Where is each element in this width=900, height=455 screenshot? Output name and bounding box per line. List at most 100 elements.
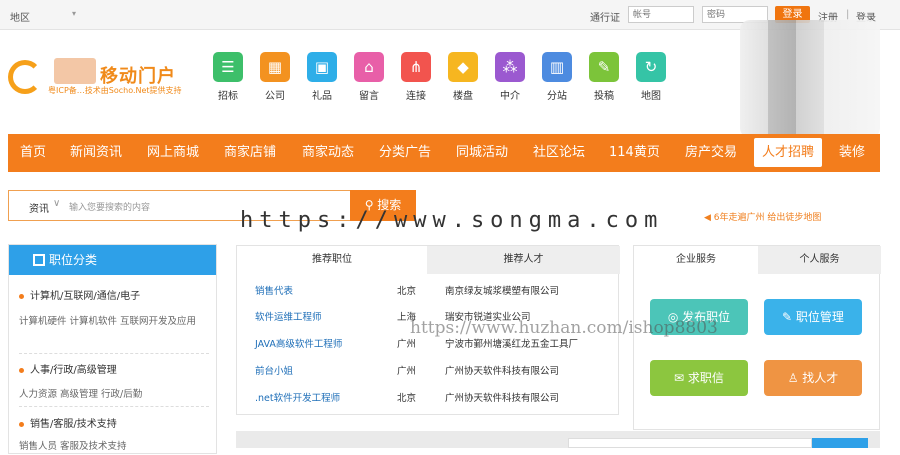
nav-item-merchant-news[interactable]: 商家动态: [302, 134, 354, 172]
refresh-icon: ↻: [636, 52, 666, 82]
job-company[interactable]: 南京绿友城浆模塑有限公司: [445, 283, 559, 297]
manage-jobs-label: 职位管理: [795, 310, 844, 324]
job-city: 北京: [397, 286, 417, 297]
logo-subtitle: 粤ICP备…技术由Socho.Net提供支持: [48, 86, 182, 95]
quick-icon-label: 连接: [406, 91, 426, 102]
share-icon: ⋔: [401, 52, 431, 82]
quick-icon-label: 礼品: [312, 91, 332, 102]
bottom-search-input[interactable]: [568, 438, 812, 448]
quick-icon-gift[interactable]: ▣ 礼品: [302, 52, 342, 102]
watermark-text-2: https://www.huzhan.com/ishop8803: [410, 318, 718, 338]
edit-icon: ✎: [782, 310, 796, 324]
nav-item-decoration[interactable]: 装修: [839, 134, 865, 172]
nav-item-shops[interactable]: 商家店铺: [224, 134, 276, 172]
find-talent-label: 找人才: [802, 371, 839, 385]
chevron-down-icon[interactable]: ▾: [72, 9, 76, 18]
job-title[interactable]: 前台小姐: [255, 363, 293, 377]
category-it-sub[interactable]: 计算机硬件 计算机软件 互联网开发及应用: [19, 313, 209, 330]
quick-icon-label: 公司: [265, 91, 285, 102]
chevron-down-icon[interactable]: ∨: [53, 198, 60, 209]
find-talent-button[interactable]: ♙ 找人才: [764, 360, 862, 396]
bag-icon: ▣: [307, 52, 337, 82]
bottom-search-button[interactable]: [812, 438, 868, 448]
tab-recommended-jobs[interactable]: 推荐职位: [237, 246, 427, 274]
quick-icon-label: 招标: [218, 91, 238, 102]
quick-icon-link[interactable]: ⋔ 连接: [396, 52, 436, 102]
store-icon: ⌂: [354, 52, 384, 82]
sidebar-title: 职位分类: [49, 253, 98, 267]
job-title[interactable]: 销售代表: [255, 283, 293, 297]
nav-item-events[interactable]: 同城活动: [456, 134, 508, 172]
quick-icon-submit[interactable]: ✎ 投稿: [584, 52, 624, 102]
category-it[interactable]: 计算机/互联网/通信/电子: [19, 287, 140, 302]
quick-icon-company[interactable]: ▦ 公司: [255, 52, 295, 102]
quick-icon-map[interactable]: ↻ 地图: [631, 52, 671, 102]
category-name: 销售/客服/技术支持: [30, 419, 117, 430]
nav-item-home[interactable]: 首页: [20, 134, 46, 172]
username-input[interactable]: [628, 6, 694, 23]
quick-icon-property[interactable]: ◆ 楼盘: [443, 52, 483, 102]
category-sales[interactable]: 销售/客服/技术支持: [19, 415, 117, 430]
notice-link[interactable]: ◀ 6年走遍广州 给出徒步地图: [704, 210, 821, 223]
tab-personal-services[interactable]: 个人服务: [758, 246, 881, 274]
category-sales-sub[interactable]: 销售人员 客服及技术支持: [19, 438, 209, 455]
job-title[interactable]: .net软件开发工程师: [255, 390, 340, 404]
mail-icon: ✉: [674, 371, 688, 385]
manage-jobs-button[interactable]: ✎ 职位管理: [764, 299, 862, 335]
search-category[interactable]: 资讯: [29, 200, 49, 215]
grid-icon: [33, 254, 45, 266]
quick-icon-agency[interactable]: ⁂ 中介: [490, 52, 530, 102]
job-title[interactable]: JAVA高级软件工程师: [255, 336, 342, 350]
category-hr-sub[interactable]: 人力资源 高级管理 行政/后勤: [19, 386, 209, 403]
nav-item-classifieds[interactable]: 分类广告: [379, 134, 431, 172]
table-row[interactable]: 前台小姐 广州 广州协天软件科技有限公司: [255, 363, 615, 381]
nav-item-jobs[interactable]: 人才招聘: [754, 138, 823, 167]
search-input[interactable]: 输入您要搜索的内容: [69, 200, 150, 213]
building-icon: ▥: [542, 52, 572, 82]
job-company[interactable]: 广州协天软件科技有限公司: [445, 363, 559, 377]
job-category-sidebar: 职位分类 计算机/互联网/通信/电子 计算机硬件 计算机软件 互联网开发及应用 …: [8, 244, 217, 454]
tab-recommended-talent[interactable]: 推荐人才: [427, 246, 620, 274]
separator: |: [846, 9, 850, 20]
passport-label: 通行证: [590, 13, 620, 24]
quick-icon-label: 中介: [500, 91, 520, 102]
watermark-text: https://www.songma.com: [240, 208, 664, 233]
tab-enterprise-services[interactable]: 企业服务: [634, 246, 758, 274]
quick-icon-label: 地图: [641, 91, 661, 102]
bullet-icon: [19, 367, 24, 373]
quick-icons: ☰ 招标 ▦ 公司 ▣ 礼品 ⌂ 留言 ⋔ 连接 ◆ 楼盘 ⁂ 中介 ▥ 分站 ✎ 投稿 ↻ 地图: [208, 52, 678, 102]
quick-icon-label: 留言: [359, 91, 379, 102]
nav-item-real-estate[interactable]: 房产交易: [685, 134, 737, 172]
table-row[interactable]: 销售代表 北京 南京绿友城浆模塑有限公司: [255, 283, 615, 301]
category-hr[interactable]: 人事/行政/高级管理: [19, 361, 117, 376]
divider: [19, 353, 209, 354]
region-selector[interactable]: 地区: [10, 9, 30, 24]
job-city: 北京: [397, 393, 417, 404]
table-row[interactable]: JAVA高级软件工程师 广州 宁波市鄞州塘溪红龙五金工具厂: [255, 336, 615, 354]
site-logo[interactable]: 移动门户 粤ICP备…技术由Socho.Net提供支持: [8, 52, 188, 100]
nav-item-news[interactable]: 新闻资讯: [70, 134, 122, 172]
job-company[interactable]: 广州协天软件科技有限公司: [445, 390, 559, 404]
nav-item-forum[interactable]: 社区论坛: [533, 134, 585, 172]
nav-item-mall[interactable]: 网上商城: [147, 134, 199, 172]
job-letter-label: 求职信: [687, 371, 724, 385]
main-nav: 首页 新闻资讯 网上商城 商家店铺 商家动态 分类广告 同城活动 社区论坛 11…: [8, 134, 880, 172]
sidebar-header: 职位分类: [9, 245, 216, 275]
job-company[interactable]: 宁波市鄞州塘溪红龙五金工具厂: [445, 336, 578, 350]
grid-icon: ▦: [260, 52, 290, 82]
job-title[interactable]: 软件运维工程师: [255, 309, 322, 323]
list-icon: ☰: [213, 52, 243, 82]
quick-icon-bidding[interactable]: ☰ 招标: [208, 52, 248, 102]
job-city: 广州: [397, 366, 417, 377]
job-letter-button[interactable]: ✉ 求职信: [650, 360, 748, 396]
divider: [19, 406, 209, 407]
quick-icon-branch[interactable]: ▥ 分站: [537, 52, 577, 102]
table-row[interactable]: .net软件开发工程师 北京 广州协天软件科技有限公司: [255, 390, 615, 408]
quick-icon-label: 楼盘: [453, 91, 473, 102]
bullet-icon: [19, 421, 24, 427]
logo-ring-icon: [8, 60, 42, 94]
nav-item-yellow-pages[interactable]: 114黄页: [609, 134, 660, 172]
notice-text: 6年走遍广州 给出徒步地图: [713, 213, 822, 223]
quick-icon-message[interactable]: ⌂ 留言: [349, 52, 389, 102]
job-city: 广州: [397, 339, 417, 350]
